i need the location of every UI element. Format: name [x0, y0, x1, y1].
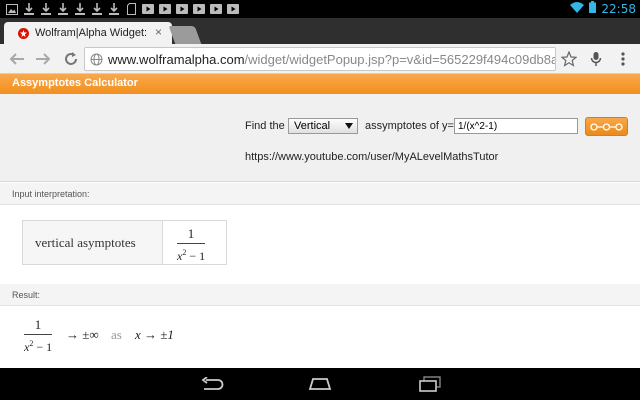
image-icon — [5, 2, 19, 16]
tab-bar: Wolfram|Alpha Widget: × — [0, 18, 640, 44]
tab-title: Wolfram|Alpha Widget: — [35, 27, 148, 39]
result-fraction: 1 x2 − 1 — [24, 317, 53, 354]
download-icon — [39, 2, 53, 16]
input-interpretation-title: Input interpretation: — [12, 189, 90, 199]
reload-button[interactable] — [62, 50, 80, 68]
url-domain: www.wolframalpha.com — [108, 51, 245, 67]
result-header: Result: — [0, 284, 640, 306]
fraction-bar — [177, 243, 206, 244]
browser-toolbar: www.wolframalpha.com/widget/widgetPopup.… — [0, 44, 640, 74]
input-interpretation-header: Input interpretation: — [0, 183, 640, 205]
play-icon — [141, 2, 155, 16]
widget-header: Assymptotes Calculator — [0, 74, 640, 94]
download-icon — [73, 2, 87, 16]
download-icon — [22, 2, 36, 16]
microphone-icon[interactable] — [587, 50, 605, 68]
sd-card-icon — [124, 2, 138, 16]
home-nav-icon[interactable] — [306, 375, 334, 393]
result-numerator: 1 — [34, 317, 42, 332]
fraction-denominator: x2 − 1 — [177, 248, 206, 263]
chevron-down-icon — [345, 123, 353, 129]
url-path: /widget/widgetPopup.jsp?p=v&id=565229f49… — [244, 51, 556, 67]
compute-button[interactable] — [585, 117, 628, 136]
bookmark-star-icon[interactable] — [560, 50, 578, 68]
result-title: Result: — [12, 290, 41, 300]
result-condition: x → ±1 — [135, 327, 174, 342]
wolfram-favicon-icon — [18, 27, 29, 39]
battery-icon — [589, 0, 597, 18]
tab-close-button[interactable]: × — [155, 25, 162, 39]
result-as: as — [111, 327, 122, 342]
notification-icons — [0, 2, 240, 16]
play-icon — [226, 2, 240, 16]
url-text: www.wolframalpha.com/widget/widgetPopup.… — [108, 51, 556, 67]
screen: 22:58 Wolfram|Alpha Widget: × www.wolfra… — [0, 0, 640, 400]
browser-tab[interactable]: Wolfram|Alpha Widget: × — [4, 22, 172, 44]
wifi-icon — [570, 0, 585, 18]
input-interpretation-pod: vertical asymptotes 1 x2 − 1 — [22, 220, 227, 265]
menu-icon[interactable] — [614, 50, 632, 68]
new-tab-button[interactable] — [168, 26, 202, 44]
fraction-numerator: 1 — [187, 226, 195, 241]
function-input[interactable] — [454, 118, 578, 134]
system-nav-bar — [0, 368, 640, 400]
result-fraction-bar — [24, 334, 53, 335]
result-limit: → ±∞ — [66, 327, 99, 342]
download-icon — [90, 2, 104, 16]
play-icon — [192, 2, 206, 16]
interpretation-label: vertical asymptotes — [23, 221, 163, 264]
find-the-label: Find the — [245, 120, 285, 132]
clock: 22:58 — [601, 2, 636, 16]
status-right: 22:58 — [570, 0, 636, 18]
download-icon — [56, 2, 70, 16]
asymptote-type-select[interactable]: Vertical — [288, 118, 358, 134]
back-nav-icon[interactable] — [198, 375, 226, 393]
play-icon — [158, 2, 172, 16]
download-icon — [107, 2, 121, 16]
play-icon — [175, 2, 189, 16]
status-bar: 22:58 — [0, 0, 640, 18]
globe-icon — [90, 53, 103, 66]
youtube-link[interactable]: https://www.youtube.com/user/MyALevelMat… — [245, 151, 498, 163]
widget-title: Assymptotes Calculator — [12, 77, 138, 89]
url-bar[interactable]: www.wolframalpha.com/widget/widgetPopup.… — [84, 47, 556, 71]
forward-button[interactable] — [34, 50, 52, 68]
result-denominator: x2 − 1 — [24, 339, 53, 354]
go-arrows-icon — [590, 118, 623, 136]
play-icon — [209, 2, 223, 16]
back-button[interactable] — [8, 50, 26, 68]
select-value: Vertical — [294, 120, 331, 132]
assymptotes-of-label: assymptotes of y= — [365, 120, 454, 132]
recents-nav-icon[interactable] — [416, 375, 444, 393]
widget-form: Find the Vertical assymptotes of y= http… — [0, 94, 640, 182]
interpretation-fraction: 1 x2 − 1 — [177, 226, 206, 263]
